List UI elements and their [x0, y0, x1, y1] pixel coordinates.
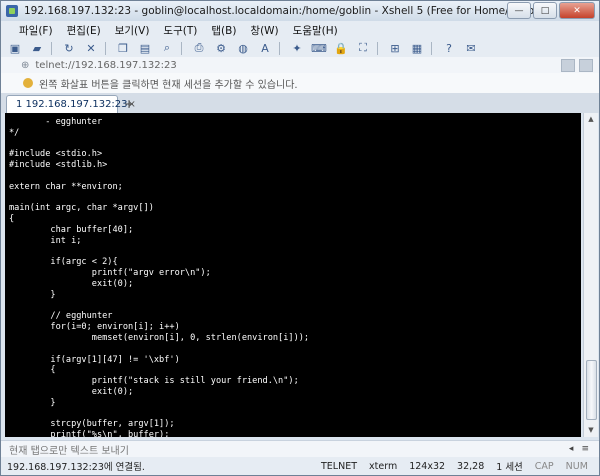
go-arrow-icon[interactable] — [561, 58, 575, 72]
title-bar[interactable]: 192.168.197.132:23 - goblin@localhost.lo… — [1, 1, 599, 21]
keyboard-icon[interactable]: ⌨ — [311, 41, 327, 55]
new-session-icon[interactable]: ▣ — [7, 41, 23, 55]
xshell-window: 192.168.197.132:23 - goblin@localhost.lo… — [0, 0, 600, 476]
menu-tab[interactable]: 탭(B) — [204, 23, 243, 38]
layout-icon[interactable]: ▦ — [409, 41, 425, 55]
info-message: 왼쪽 화살표 버튼을 클릭하면 현재 세션을 추가할 수 있습니다. — [39, 79, 298, 91]
close-window-button[interactable]: ✕ — [559, 2, 595, 19]
xftp-icon[interactable]: ✦ — [289, 41, 305, 55]
menu-view[interactable]: 보기(V) — [108, 23, 157, 38]
fullscreen-icon[interactable]: ⛶ — [355, 41, 371, 55]
caps-lock-indicator: CAP — [534, 460, 554, 472]
compose-dropdown-icon[interactable]: ◂ — [569, 444, 574, 454]
scroll-down-arrow-icon[interactable]: ▼ — [584, 424, 598, 437]
add-tab-button[interactable]: + — [122, 97, 136, 111]
reconnect-icon[interactable]: ↻ — [61, 41, 77, 55]
add-icon[interactable]: ⊞ — [387, 41, 403, 55]
menu-bar: 파일(F) 편집(E) 보기(V) 도구(T) 탭(B) 창(W) 도움말(H) — [1, 21, 599, 39]
address-lock-icon: ⊕ — [21, 59, 30, 71]
disconnect-icon[interactable]: ✕ — [83, 41, 99, 55]
window-title: 192.168.197.132:23 - goblin@localhost.lo… — [24, 5, 548, 17]
terminal-area[interactable]: - egghunter */ #include <stdio.h> #inclu… — [5, 113, 581, 437]
terminal-text: - egghunter */ #include <stdio.h> #inclu… — [9, 117, 310, 437]
toolbar-divider — [431, 41, 432, 55]
scroll-thumb[interactable] — [586, 360, 597, 420]
compose-controls: ◂ ≡ — [569, 444, 599, 454]
open-folder-icon[interactable]: ▰ — [29, 41, 45, 55]
menu-file[interactable]: 파일(F) — [1, 23, 60, 38]
protocol-status: TELNET — [321, 460, 358, 472]
address-tools — [561, 58, 599, 72]
terminal-output: - egghunter */ #include <stdio.h> #inclu… — [5, 113, 581, 437]
compose-options-icon[interactable]: ≡ — [581, 444, 589, 454]
menu-edit[interactable]: 편집(E) — [60, 23, 108, 38]
print-icon[interactable]: ⎙ — [191, 41, 207, 55]
terminal-size-status: 124x32 — [409, 460, 446, 472]
toolbar-divider — [51, 41, 52, 55]
globe-icon[interactable]: ◍ — [235, 41, 251, 55]
status-bar: 192.168.197.132:23에 연결됨. TELNET xterm 12… — [1, 457, 599, 475]
address-input[interactable]: telnet://192.168.197.132:23 — [35, 60, 176, 71]
scroll-up-arrow-icon[interactable]: ▲ — [584, 113, 598, 126]
copy-icon[interactable]: ❐ — [115, 41, 131, 55]
minimize-button[interactable]: — — [507, 2, 531, 19]
lock-icon[interactable]: 🔒 — [333, 41, 349, 55]
find-icon[interactable]: ⌕ — [159, 41, 175, 55]
toolbar-divider — [377, 41, 378, 55]
maximize-button[interactable]: □ — [533, 2, 557, 19]
session-count-status: 1 세션 — [496, 462, 523, 473]
toolbar-divider — [181, 41, 182, 55]
chat-icon[interactable]: ✉ — [463, 41, 479, 55]
properties-icon[interactable]: ⚙ — [213, 41, 229, 55]
window-controls: — □ ✕ — [507, 2, 595, 19]
compose-bar[interactable]: 현재 탭으로만 텍스트 보내기 ◂ ≡ — [1, 440, 599, 457]
font-icon[interactable]: A — [257, 41, 273, 55]
menu-tools[interactable]: 도구(T) — [156, 23, 204, 38]
connection-status: 192.168.197.132:23에 연결됨. — [7, 462, 145, 473]
status-fields: TELNET xterm 124x32 32,28 1 세션 CAP NUM — [321, 457, 588, 475]
compose-target-label: 현재 탭으로만 텍스트 보내기 — [9, 445, 129, 457]
xshell-app-icon — [6, 5, 18, 17]
toolbar-divider — [105, 41, 106, 55]
address-bar: ⊕ telnet://192.168.197.132:23 — [1, 57, 599, 74]
info-icon — [23, 78, 33, 88]
menu-window[interactable]: 창(W) — [243, 23, 285, 38]
paste-icon[interactable]: ▤ — [137, 41, 153, 55]
help-icon[interactable]: ? — [441, 41, 457, 55]
menu-help[interactable]: 도움말(H) — [286, 23, 345, 38]
toolbar: ▣ ▰ ↻ ✕ ❐ ▤ ⌕ ⎙ ⚙ ◍ A ✦ ⌨ 🔒 ⛶ ⊞ ▦ ? ✉ — [1, 39, 599, 58]
num-lock-indicator: NUM — [565, 460, 588, 472]
terminal-scrollbar[interactable]: ▲ ▼ — [583, 113, 598, 437]
tab-label: 1 192.168.197.132:23 — [16, 99, 128, 110]
cursor-position-status: 32,28 — [457, 460, 485, 472]
toolbar-divider — [279, 41, 280, 55]
tab-session-1[interactable]: 1 192.168.197.132:23 × — [6, 95, 136, 113]
terminal-type-status: xterm — [369, 460, 398, 472]
address-dropdown-icon[interactable] — [579, 58, 593, 72]
info-bar: 왼쪽 화살표 버튼을 클릭하면 현재 세션을 추가할 수 있습니다. — [1, 73, 599, 94]
tab-bar: 1 192.168.197.132:23 × + — [1, 93, 599, 113]
